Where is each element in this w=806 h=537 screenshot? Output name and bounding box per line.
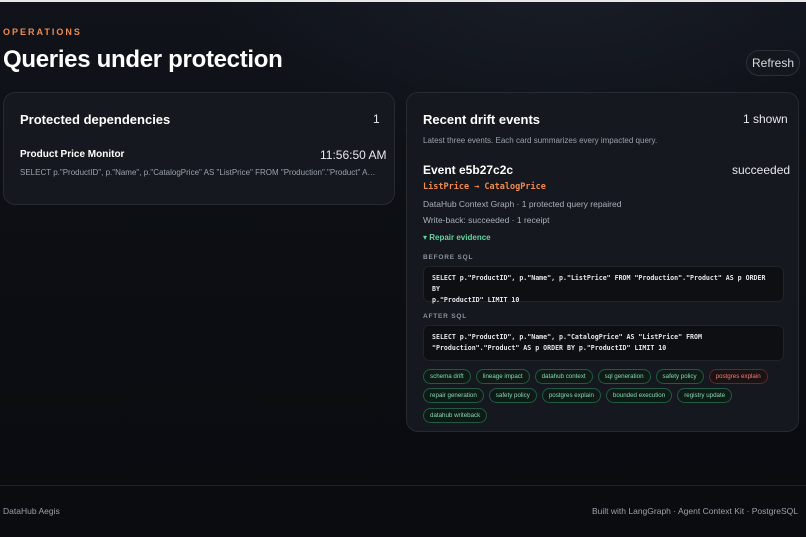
chip-datahub-writeback: datahub writeback [423,408,488,423]
chip-safety-policy-2: safety policy [488,388,537,403]
after-sql-line-2: "Production"."Product" AS p ORDER BY p."… [432,344,667,352]
before-sql-label: BEFORE SQL [423,254,474,261]
protected-dependencies-count: 1 [373,112,380,126]
column-mapping: ListPrice → CatalogPrice [423,182,546,192]
repair-evidence-toggle[interactable]: ▾ Repair evidence [423,233,491,242]
footer-credits: Built with LangGraph · Agent Context Kit… [592,506,798,516]
footer-divider [0,485,806,486]
chip-bounded-execution: bounded execution [605,388,673,403]
recent-drift-events-card: Recent drift events 1 shown Latest three… [406,92,799,432]
chip-repair-generation: repair generation [423,388,484,403]
after-sql-box: SELECT p."ProductID", p."Name", p."Catal… [423,325,784,361]
event-context: DataHub Context Graph · 1 protected quer… [423,199,622,209]
dependency-time: 11:56:50 AM [320,148,387,162]
pipeline-chips-row-1: schema drift lineage impact datahub cont… [423,369,788,384]
after-sql-label: AFTER SQL [423,313,468,320]
dependency-name: Product Price Monitor [20,149,125,160]
drift-events-shown: 1 shown [743,112,788,126]
chip-registry-update: registry update [677,388,733,403]
top-edge-line [0,0,806,2]
event-writeback: Write-back: succeeded · 1 receipt [423,215,550,225]
before-sql-line-2: p."ProductID" LIMIT 10 [432,296,520,304]
chip-safety-policy: safety policy [655,369,704,384]
chip-lineage-impact: lineage impact [475,369,530,384]
refresh-button[interactable]: Refresh [746,50,800,76]
chip-postgres-explain-warn: postgres explain [708,369,768,384]
drift-events-title: Recent drift events [423,112,541,127]
protected-dependencies-card: Protected dependencies 1 Product Price M… [3,92,395,205]
before-sql-box: SELECT p."ProductID", p."Name", p."ListP… [423,266,784,304]
event-title: Event e5b27c2c [423,163,514,177]
chip-sql-generation: sql generation [597,369,651,384]
event-status: succeeded [732,163,791,177]
pipeline-chips-row-2: repair generation safety policy postgres… [423,388,788,423]
protected-dependencies-title: Protected dependencies [20,112,171,127]
dependency-sql: SELECT p."ProductID", p."Name", p."Catal… [20,168,380,177]
chip-postgres-explain: postgres explain [541,388,601,403]
chip-datahub-context: datahub context [534,369,593,384]
dependency-item[interactable]: Product Price Monitor 11:56:50 AM SELECT… [4,145,396,195]
drift-events-subtitle: Latest three events. Each card summarize… [423,136,658,145]
footer-brand: DataHub Aegis [3,506,60,516]
after-sql-line-1: SELECT p."ProductID", p."Name", p."Catal… [432,333,702,341]
before-sql-line-1: SELECT p."ProductID", p."Name", p."ListP… [432,274,766,293]
page-title: Queries under protection [3,46,283,73]
chip-schema-drift: schema drift [423,369,471,384]
section-eyebrow: OPERATIONS [3,27,82,37]
